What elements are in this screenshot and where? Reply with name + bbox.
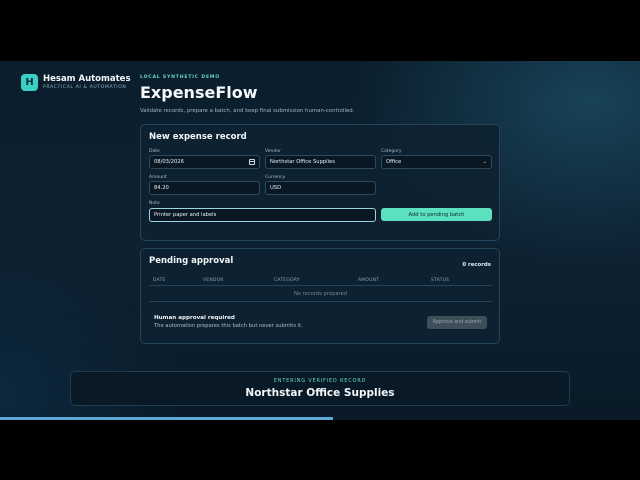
brand-text: Hesam Automates PRACTICAL AI & AUTOMATIO… [43,74,131,91]
date-label: Date [149,149,160,154]
pending-approval-card: Pending approval 0 records DATE VENDOR C… [140,248,500,344]
vendor-label: Vendor [265,149,281,154]
add-to-batch-button[interactable]: Add to pending batch [381,208,492,221]
currency-field[interactable]: USD [265,181,376,195]
brand-name: Hesam Automates [43,74,131,84]
note-field[interactable]: Printer paper and labels [149,208,376,222]
page-subtitle: Validate records, prepare a batch, and k… [140,108,355,114]
records-count: 0 records [462,262,491,268]
page-kicker: LOCAL SYNTHETIC DEMO [140,75,220,80]
category-value: Office [386,159,402,165]
expense-form-card: New expense record Date 08/03/2026 Vendo… [140,124,500,241]
category-label: Category [381,149,402,154]
column-status: STATUS [431,278,450,283]
date-field[interactable]: 08/03/2026 [149,155,260,169]
status-banner: ENTERING VERIFIED RECORD Northstar Offic… [70,371,570,406]
app-window: H Hesam Automates PRACTICAL AI & AUTOMAT… [0,61,640,420]
vendor-field[interactable]: Northstar Office Supplies [265,155,376,169]
calendar-icon[interactable] [249,159,255,165]
column-vendor: VENDOR [203,278,224,283]
page-title: ExpenseFlow [140,83,258,102]
table-header: DATE VENDOR CATEGORY AMOUNT STATUS [149,276,492,286]
approval-description: The automation prepares this batch but n… [154,323,303,329]
currency-label: Currency [265,175,286,180]
chevron-down-icon[interactable]: ⌄ [483,159,487,165]
brand-tagline: PRACTICAL AI & AUTOMATION [43,85,127,90]
banner-title: Northstar Office Supplies [245,387,395,399]
amount-value: 84.20 [154,185,169,191]
form-title: New expense record [149,132,247,142]
vendor-value: Northstar Office Supplies [270,159,335,165]
note-label: Note [149,201,160,206]
brand: H Hesam Automates PRACTICAL AI & AUTOMAT… [21,74,131,91]
approve-submit-button[interactable]: Approve and submit [427,316,487,329]
letterbox-bottom [0,420,640,480]
empty-state: No records prepared [149,287,492,302]
approval-title: Human approval required [154,315,235,321]
note-value: Printer paper and labels [154,212,217,218]
column-amount: AMOUNT [358,278,380,283]
amount-field[interactable]: 84.20 [149,181,260,195]
column-category: CATEGORY [274,278,300,283]
brand-logo: H [21,74,38,91]
letterbox-top [0,0,640,61]
currency-value: USD [270,185,282,191]
date-value: 08/03/2026 [154,159,184,165]
column-date: DATE [153,278,166,283]
amount-label: Amount [149,175,167,180]
pending-title: Pending approval [149,256,234,266]
category-select[interactable]: Office ⌄ [381,155,492,169]
banner-kicker: ENTERING VERIFIED RECORD [273,378,367,384]
